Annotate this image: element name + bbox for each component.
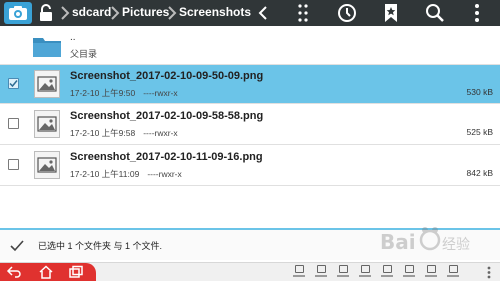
tray-app-icon[interactable] <box>358 265 372 280</box>
overflow-menu-icon[interactable] <box>482 265 496 280</box>
parent-folder-row[interactable]: .. 父目录 <box>0 26 500 64</box>
file-size: 525 kB <box>466 127 493 137</box>
file-name: Screenshot_2017-02-10-09-58-58.png <box>70 110 264 122</box>
file-meta: 17-2-10 上午9:58 ----rwxr-x <box>70 127 178 139</box>
file-permissions: ----rwxr-x <box>143 128 178 138</box>
file-size: 530 kB <box>466 87 493 97</box>
file-name: Screenshot_2017-02-10-09-50-09.png <box>70 70 264 82</box>
file-date: 17-2-10 上午9:50 <box>70 88 136 98</box>
unlock-icon[interactable] <box>38 4 54 22</box>
file-date: 17-2-10 上午11:09 <box>70 169 140 179</box>
file-date: 17-2-10 上午9:58 <box>70 128 136 138</box>
file-row[interactable]: Screenshot_2017-02-10-09-50-09.png 17-2-… <box>0 65 500 103</box>
breadcrumb-pictures[interactable]: Pictures <box>122 5 169 19</box>
tray-app-icon[interactable] <box>446 265 460 280</box>
file-row[interactable]: Screenshot_2017-02-10-11-09-16.png 17-2-… <box>0 145 500 185</box>
breadcrumb-screenshots[interactable]: Screenshots <box>179 5 251 19</box>
breadcrumb-separator-icon <box>110 6 120 20</box>
breadcrumb-separator-icon <box>167 6 177 20</box>
file-list: .. 父目录 Screenshot_2017-02-10-09-50-09.pn… <box>0 26 500 226</box>
home-icon[interactable] <box>38 265 54 279</box>
svg-text:Bai: Bai <box>380 230 416 254</box>
row-divider <box>0 185 500 186</box>
row-checkbox[interactable] <box>8 159 19 170</box>
image-file-icon <box>34 151 60 179</box>
breadcrumb-sdcard[interactable]: sdcard <box>72 5 111 19</box>
back-icon[interactable] <box>6 265 22 279</box>
recent-apps-icon[interactable] <box>68 265 84 279</box>
clock-icon[interactable] <box>336 2 358 24</box>
file-name: Screenshot_2017-02-10-11-09-16.png <box>70 151 263 163</box>
system-nav-bar <box>0 262 500 281</box>
baidu-jingyan-watermark: Bai 经验 <box>380 222 490 262</box>
tray-app-icon[interactable] <box>336 265 350 280</box>
file-size: 842 kB <box>466 168 493 178</box>
top-toolbar: sdcard Pictures Screenshots <box>0 0 500 26</box>
tray-app-icon[interactable] <box>424 265 438 280</box>
folder-icon <box>32 34 62 58</box>
camera-app-icon[interactable] <box>4 2 32 24</box>
tray-app-icon[interactable] <box>292 265 306 280</box>
tray-app-icon[interactable] <box>402 265 416 280</box>
file-permissions: ----rwxr-x <box>143 88 178 98</box>
search-icon[interactable] <box>424 2 446 24</box>
row-checkbox[interactable] <box>8 78 19 89</box>
parent-folder-label: 父目录 <box>70 49 98 59</box>
tray-app-icon[interactable] <box>380 265 394 280</box>
overflow-menu-icon[interactable] <box>466 2 488 24</box>
file-name: .. <box>70 32 76 43</box>
file-permissions: ----rwxr-x <box>147 169 182 179</box>
confirm-check-icon[interactable] <box>10 239 24 252</box>
file-meta: 17-2-10 上午11:09 ----rwxr-x <box>70 168 182 180</box>
image-file-icon <box>34 70 60 98</box>
row-checkbox[interactable] <box>8 118 19 129</box>
file-meta: 17-2-10 上午9:50 ----rwxr-x <box>70 87 178 99</box>
selection-status-text: 已选中 1 个文件夹 与 1 个文件. <box>38 241 163 251</box>
tray-app-icon[interactable] <box>314 265 328 280</box>
file-row[interactable]: Screenshot_2017-02-10-09-58-58.png 17-2-… <box>0 104 500 144</box>
image-file-icon <box>34 110 60 138</box>
bookmark-star-icon[interactable] <box>380 2 402 24</box>
chevron-left-icon[interactable] <box>256 5 272 21</box>
svg-text:经验: 经验 <box>442 237 470 253</box>
breadcrumb-separator-icon <box>60 6 70 20</box>
more-vertical-icon[interactable] <box>292 2 314 24</box>
